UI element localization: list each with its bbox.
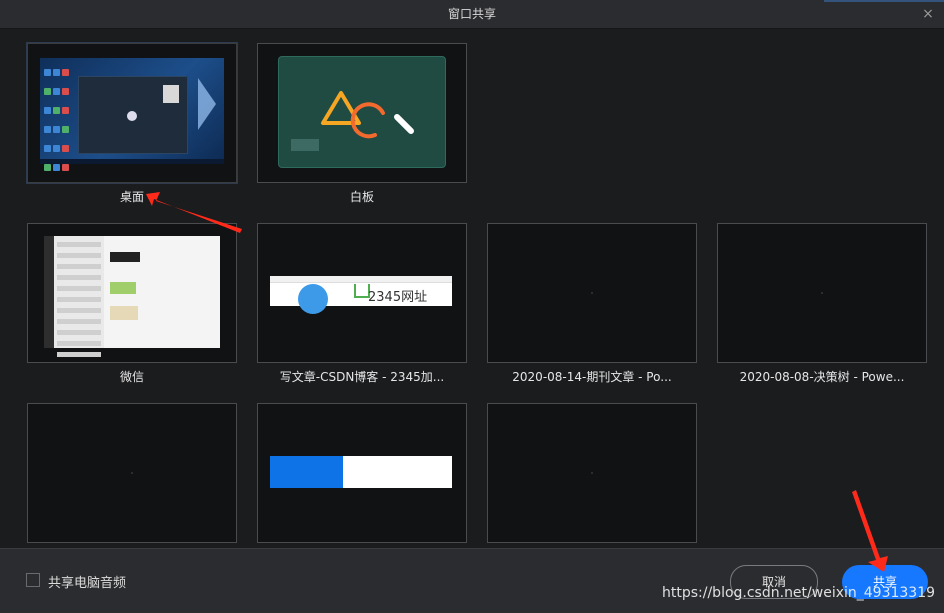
wechat-thumbnail[interactable] [27,223,237,363]
tile-browser[interactable]: 2345网址 写文章-CSDN博客 - 2345加... [257,223,467,385]
window-thumbnail[interactable] [257,403,467,543]
share-audio-label: 共享电脑音频 [48,576,127,591]
footer-bar: 共享电脑音频 取消 共享 https://blog.csdn.net/weixi… [0,548,944,613]
desktop-preview [40,58,224,171]
tile-label: 微信 [119,370,144,384]
window-thumbnail[interactable] [27,403,237,543]
tile-window-7[interactable] [27,403,237,548]
whiteboard-preview [278,56,446,168]
tile-label: 2020-08-14-期刊文章 - Po... [512,370,672,384]
share-audio-checkbox[interactable] [26,573,40,587]
tile-label: 白板 [349,190,374,204]
window-grid: 桌面 白板 微信 2345网址 写文章-CSDN博客 - 2345加... 20… [0,28,944,548]
progress-preview [270,456,452,488]
whiteboard-note [291,139,319,151]
window-thumbnail[interactable] [717,223,927,363]
tile-label: 2020-08-08-决策树 - Powe... [739,370,905,384]
watermark-text: https://blog.csdn.net/weixin_49313319 [662,585,936,601]
tile-label: 桌面 [119,190,144,204]
tile-wechat[interactable]: 微信 [27,223,237,385]
window-thumbnail[interactable] [487,223,697,363]
close-icon[interactable]: × [918,4,938,24]
wallpaper-logo [198,78,216,130]
window-title: 窗口共享 [447,7,496,21]
browser-thumb-text: 2345网址 [368,290,428,305]
meeting-window-preview [78,76,188,154]
tile-powerpoint-1[interactable]: 2020-08-14-期刊文章 - Po... [487,223,697,385]
taskbar-preview [40,159,224,164]
progress-fill [270,456,343,488]
tile-label: 写文章-CSDN博客 - 2345加... [279,370,445,384]
window-thumbnail[interactable] [487,403,697,543]
tile-desktop[interactable]: 桌面 [26,42,238,205]
tile-window-9[interactable] [487,403,697,548]
tile-powerpoint-2[interactable]: 2020-08-08-决策树 - Powe... [717,223,927,385]
browser-logo-icon [298,284,328,314]
whiteboard-thumbnail[interactable] [257,43,467,183]
video-preview [163,85,179,103]
wechat-preview [44,236,220,357]
title-bar: 窗口共享 × [0,0,944,29]
browser-preview: 2345网址 [270,276,452,314]
avatar [127,111,137,121]
browser-thumbnail[interactable]: 2345网址 [257,223,467,363]
tile-whiteboard[interactable]: 白板 [257,43,467,205]
tile-window-8[interactable] [257,403,467,548]
desktop-thumbnail[interactable] [26,42,238,184]
